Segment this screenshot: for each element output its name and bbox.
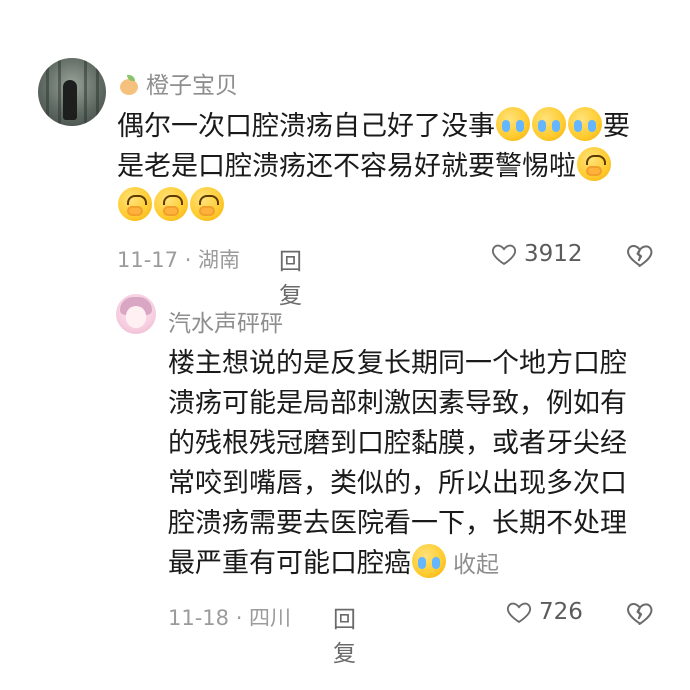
face-covering-mouth-emoji-icon <box>577 147 611 181</box>
reply-dislike-button[interactable] <box>625 598 655 628</box>
comment-username[interactable]: 橙子宝贝 <box>118 66 238 100</box>
crying-face-emoji-icon <box>412 544 446 578</box>
face-covering-mouth-emoji-icon <box>118 187 152 221</box>
comment-like-count: 3912 <box>524 241 583 267</box>
broken-heart-icon <box>627 245 653 267</box>
reply-reply-button[interactable]: 回复 <box>333 600 356 668</box>
comment-text-line-1: 偶尔一次口腔溃疡自己好了没事 <box>117 111 495 142</box>
reply-like-count: 726 <box>539 599 583 625</box>
comment-body: 偶尔一次口腔溃疡自己好了没事 要 是老是口腔溃疡还不容易好就要警惕啦 <box>117 107 657 227</box>
username-text: 橙子宝贝 <box>146 73 238 99</box>
reply-text-line: 最严重有可能口腔癌 <box>168 548 411 579</box>
reply-text-line: 常咬到嘴唇，类似的，所以出现多次口 <box>168 468 627 499</box>
reply-like-button[interactable]: 726 <box>505 598 583 626</box>
face-covering-mouth-emoji-icon <box>154 187 188 221</box>
comment-like-button[interactable]: 3912 <box>490 240 583 268</box>
reply-username[interactable]: 汽水声砰砰 <box>168 304 283 338</box>
heart-outline-icon <box>506 602 532 624</box>
reply-body: 楼主想说的是反复长期同一个地方口腔 溃疡可能是局部刺激因素导致，例如有 的残根残… <box>168 344 668 585</box>
reply-text-line: 的残根残冠磨到口腔黏膜，或者牙尖经 <box>168 428 627 459</box>
crying-face-emoji-icon <box>496 107 530 141</box>
comment-dislike-button[interactable] <box>625 240 655 270</box>
crying-face-emoji-icon <box>532 107 566 141</box>
peach-icon <box>118 74 140 96</box>
reply-text-line: 腔溃疡需要去医院看一下，长期不处理 <box>168 508 627 539</box>
avatar-main[interactable] <box>38 58 106 126</box>
collapse-button[interactable]: 收起 <box>453 552 499 578</box>
crying-face-emoji-icon <box>568 107 602 141</box>
reply-date-location: 11-18 · 四川 <box>168 606 292 630</box>
comment-text-line-2: 是老是口腔溃疡还不容易好就要警惕啦 <box>117 151 576 182</box>
face-covering-mouth-emoji-icon <box>190 187 224 221</box>
reply-text-line: 楼主想说的是反复长期同一个地方口腔 <box>168 348 627 379</box>
comment-date-location: 11-17 · 湖南 <box>117 248 241 272</box>
avatar-reply[interactable] <box>116 294 156 334</box>
comment-reply-button[interactable]: 回复 <box>279 242 302 310</box>
heart-outline-icon <box>491 244 517 266</box>
reply-text-line: 溃疡可能是局部刺激因素导致，例如有 <box>168 388 627 419</box>
broken-heart-icon <box>627 603 653 625</box>
comment-text-line-1-end: 要 <box>603 111 630 142</box>
